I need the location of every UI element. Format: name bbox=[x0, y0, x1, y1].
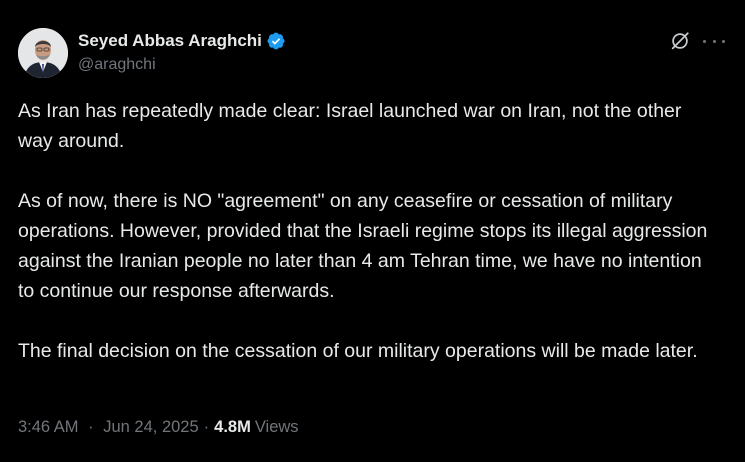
tweet-paragraph: The final decision on the cessation of o… bbox=[18, 340, 698, 362]
avatar[interactable] bbox=[18, 28, 68, 78]
tweet-card: Seyed Abbas Araghchi @araghchi As Iran h… bbox=[0, 0, 745, 462]
separator: · bbox=[88, 418, 94, 436]
more-dot bbox=[703, 39, 706, 43]
tweet-date: Jun 24, 2025 bbox=[103, 418, 199, 436]
separator: · bbox=[203, 418, 210, 436]
tweet-text: As Iran has repeatedly made clear: Israe… bbox=[18, 96, 718, 366]
author-handle[interactable]: @araghchi bbox=[78, 56, 286, 74]
tweet-metadata: 3:46 AM · Jun 24, 2025 · 4.8M Views bbox=[18, 418, 299, 437]
tweet-paragraph: As Iran has repeatedly made clear: Israe… bbox=[18, 100, 682, 152]
views-count: 4.8M bbox=[214, 418, 251, 436]
author-block: Seyed Abbas Araghchi @araghchi bbox=[78, 30, 286, 74]
author-name-row: Seyed Abbas Araghchi bbox=[78, 30, 286, 52]
tweet-paragraph: As of now, there is NO "agreement" on an… bbox=[18, 190, 708, 302]
views-link[interactable]: 4.8M Views bbox=[214, 418, 298, 437]
more-dot bbox=[722, 39, 725, 43]
verified-badge-icon[interactable] bbox=[266, 31, 286, 51]
grok-icon[interactable] bbox=[669, 30, 691, 52]
more-dot bbox=[712, 39, 716, 43]
more-options-icon[interactable] bbox=[703, 30, 725, 52]
avatar-portrait-icon bbox=[18, 28, 68, 78]
views-label: Views bbox=[254, 418, 299, 436]
tweet-timestamp[interactable]: 3:46 AM · Jun 24, 2025 bbox=[18, 418, 199, 437]
author-name[interactable]: Seyed Abbas Araghchi bbox=[78, 31, 262, 51]
tweet-time: 3:46 AM bbox=[18, 418, 79, 436]
